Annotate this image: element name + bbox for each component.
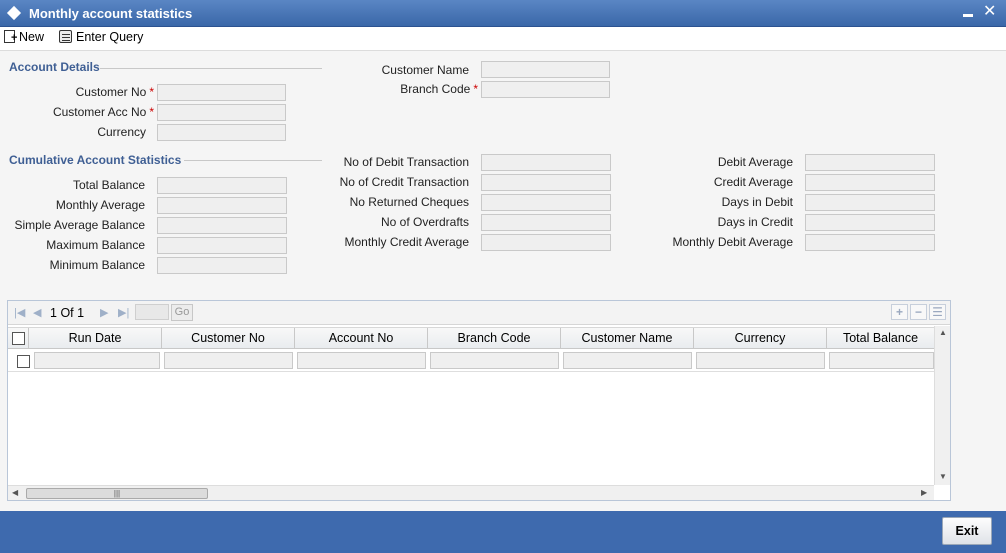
customer-no-label: Customer No *	[75, 85, 154, 99]
no-credit-transaction-field[interactable]	[481, 174, 611, 191]
scroll-down-icon[interactable]: ▼	[939, 472, 947, 481]
footer-bar: Exit	[0, 511, 1006, 553]
credit-average-label: Credit Average	[713, 175, 793, 189]
currency-label: Currency	[97, 125, 146, 139]
no-credit-transaction-label: No of Credit Transaction	[339, 175, 469, 189]
new-button[interactable]: New	[4, 27, 44, 46]
scroll-left-icon[interactable]: ◀	[12, 488, 18, 497]
minimum-balance-field[interactable]	[157, 257, 287, 274]
single-view-icon[interactable]: ☰	[929, 304, 946, 320]
account-details-title: Account Details	[9, 60, 100, 74]
col-run-date[interactable]: Run Date	[29, 328, 162, 349]
select-all-cell	[8, 328, 29, 349]
toolbar: New Enter Query	[0, 27, 1006, 48]
table-row	[8, 350, 934, 372]
vertical-scrollbar[interactable]: ▲ ▼	[934, 326, 950, 485]
customer-no-field[interactable]	[157, 84, 286, 101]
col-account-no[interactable]: Account No	[295, 328, 428, 349]
no-debit-transaction-field[interactable]	[481, 154, 611, 171]
first-page-icon[interactable]: |◀	[14, 306, 25, 319]
col-branch-code[interactable]: Branch Code	[428, 328, 561, 349]
window-title: Monthly account statistics	[29, 6, 193, 21]
customer-name-cell[interactable]	[563, 352, 692, 369]
customer-name-label: Customer Name	[381, 63, 469, 77]
customer-acc-no-field[interactable]	[157, 104, 286, 121]
enter-query-label: Enter Query	[76, 29, 144, 44]
minimum-balance-label: Minimum Balance	[49, 258, 145, 272]
maximum-balance-label: Maximum Balance	[46, 238, 145, 252]
simple-average-balance-field[interactable]	[157, 217, 287, 234]
new-document-icon	[4, 30, 17, 44]
new-label: New	[19, 29, 45, 44]
branch-code-cell[interactable]	[430, 352, 559, 369]
grid-header: Run Date Customer No Account No Branch C…	[8, 327, 934, 349]
scroll-right-icon[interactable]: ▶	[921, 488, 927, 497]
no-returned-cheques-field[interactable]	[481, 194, 611, 211]
horizontal-scrollbar[interactable]: ◀ ||| ▶	[8, 485, 934, 500]
debit-average-label: Debit Average	[717, 155, 793, 169]
no-overdrafts-label: No of Overdrafts	[380, 215, 469, 229]
monthly-debit-average-field[interactable]	[805, 234, 935, 251]
days-in-debit-label: Days in Debit	[721, 195, 793, 209]
col-currency[interactable]: Currency	[694, 328, 827, 349]
currency-cell[interactable]	[696, 352, 825, 369]
monthly-credit-average-field[interactable]	[481, 234, 611, 251]
col-customer-no[interactable]: Customer No	[162, 328, 295, 349]
credit-average-field[interactable]	[805, 174, 935, 191]
no-overdrafts-field[interactable]	[481, 214, 611, 231]
minimize-icon[interactable]	[963, 14, 973, 17]
last-page-icon[interactable]: ▶|	[118, 306, 129, 319]
scroll-thumb[interactable]: |||	[26, 488, 208, 499]
statistics-grid: |◀ ◀ 1 Of 1 ▶ ▶| Go + − ☰ Run Date Custo…	[7, 300, 951, 501]
customer-no-cell[interactable]	[164, 352, 293, 369]
select-all-checkbox[interactable]	[12, 332, 25, 345]
days-in-credit-label: Days in Credit	[717, 215, 793, 229]
query-icon	[59, 30, 72, 43]
row-checkbox[interactable]	[17, 355, 30, 368]
account-no-cell[interactable]	[297, 352, 426, 369]
total-balance-cell[interactable]	[829, 352, 934, 369]
branch-code-label: Branch Code *	[400, 82, 478, 96]
title-bar: Monthly account statistics ✕	[0, 0, 1006, 27]
monthly-average-field[interactable]	[157, 197, 287, 214]
grid-pagination-bar: |◀ ◀ 1 Of 1 ▶ ▶| Go + − ☰	[8, 301, 950, 325]
branch-code-field[interactable]	[481, 81, 610, 98]
section-divider	[100, 68, 322, 69]
customer-acc-no-label: Customer Acc No *	[52, 105, 154, 119]
no-returned-cheques-label: No Returned Cheques	[349, 195, 469, 209]
monthly-average-label: Monthly Average	[55, 198, 145, 212]
days-in-debit-field[interactable]	[805, 194, 935, 211]
customer-name-field[interactable]	[481, 61, 610, 78]
total-balance-label: Total Balance	[72, 178, 145, 192]
currency-field[interactable]	[157, 124, 286, 141]
prev-page-icon[interactable]: ◀	[33, 306, 41, 319]
maximum-balance-field[interactable]	[157, 237, 287, 254]
form-area: Account Details Customer No * Customer Ac…	[0, 50, 1006, 511]
no-debit-transaction-label: No of Debit Transaction	[343, 155, 469, 169]
days-in-credit-field[interactable]	[805, 214, 935, 231]
delete-row-icon[interactable]: −	[910, 304, 927, 320]
close-icon[interactable]: ✕	[983, 3, 996, 21]
enter-query-button[interactable]: Enter Query	[59, 27, 143, 46]
col-customer-name[interactable]: Customer Name	[561, 328, 694, 349]
run-date-cell[interactable]	[34, 352, 160, 369]
total-balance-field[interactable]	[157, 177, 287, 194]
cumulative-stats-title: Cumulative Account Statistics	[9, 153, 182, 167]
scroll-up-icon[interactable]: ▲	[939, 328, 947, 337]
go-button[interactable]: Go	[171, 304, 193, 321]
exit-button[interactable]: Exit	[942, 517, 992, 545]
next-page-icon[interactable]: ▶	[100, 306, 108, 319]
col-total-balance[interactable]: Total Balance	[827, 328, 934, 349]
page-number-input[interactable]	[135, 304, 169, 320]
simple-average-balance-label: Simple Average Balance	[14, 218, 145, 232]
monthly-debit-average-label: Monthly Debit Average	[672, 235, 793, 249]
app-diamond-icon	[6, 5, 22, 21]
add-row-icon[interactable]: +	[891, 304, 908, 320]
monthly-credit-average-label: Monthly Credit Average	[344, 235, 469, 249]
debit-average-field[interactable]	[805, 154, 935, 171]
page-indicator: 1 Of 1	[50, 306, 85, 320]
